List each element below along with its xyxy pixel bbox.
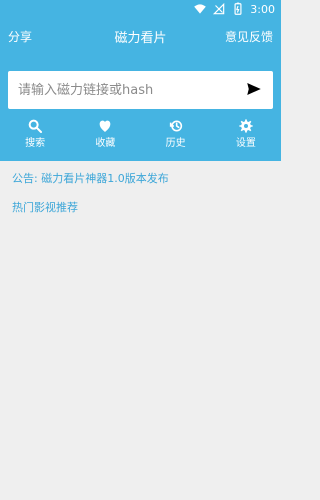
tab-settings-label: 设置 (235, 138, 256, 149)
tab-search-label: 搜索 (25, 138, 46, 149)
history-icon (169, 120, 182, 132)
tab-settings[interactable]: 设置 (221, 118, 271, 156)
battery-icon (234, 2, 242, 15)
status-right: 3:00 (193, 2, 275, 16)
top-bar: 分享 磁力看片 意见反馈 (0, 24, 281, 50)
status-bar: 3:00 (0, 0, 281, 20)
send-icon[interactable] (245, 80, 263, 98)
tab-bar: 搜索 收藏 历史 设置 (0, 118, 281, 156)
tab-history-label: 历史 (165, 138, 186, 149)
app-header: 3:00 分享 磁力看片 意见反馈 搜索 (0, 0, 281, 161)
hot-recommendation-link[interactable]: 热门影视推荐 (12, 199, 78, 215)
tab-favorites-label: 收藏 (95, 138, 116, 149)
tab-favorites[interactable]: 收藏 (80, 118, 130, 156)
tab-history[interactable]: 历史 (151, 118, 201, 156)
gear-icon (239, 119, 253, 133)
search-icon (28, 119, 43, 133)
wifi-icon (194, 4, 207, 14)
status-time: 3:00 (250, 2, 275, 16)
tab-search[interactable]: 搜索 (10, 118, 60, 156)
heart-icon (100, 120, 111, 132)
search-box (8, 71, 273, 109)
magnet-search-input[interactable] (18, 80, 233, 100)
feedback-button[interactable]: 意见反馈 (225, 28, 273, 45)
announcement-link[interactable]: 公告: 磁力看片神器1.0版本发布 (12, 170, 169, 186)
app-root: 3:00 分享 磁力看片 意见反馈 搜索 (0, 0, 281, 500)
signal-icon (213, 2, 225, 15)
